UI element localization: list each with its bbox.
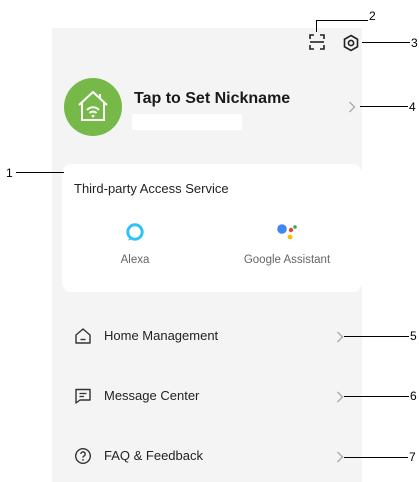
google-assistant-icon	[277, 224, 297, 240]
callout-5: 5	[410, 329, 417, 343]
callout-2: 2	[369, 9, 376, 23]
leader-line-4	[360, 106, 408, 107]
callout-4: 4	[409, 100, 416, 114]
leader-line-2-vertical	[316, 20, 317, 32]
leader-line-1	[16, 172, 64, 173]
menu-item-label: Home Management	[104, 328, 219, 343]
card-title: Third-party Access Service	[74, 181, 229, 196]
menu-item-home-management[interactable]: Home Management	[62, 312, 362, 362]
smart-home-icon	[78, 90, 108, 121]
chevron-right-icon	[348, 100, 356, 118]
account-placeholder	[132, 114, 242, 130]
leader-line-5	[344, 336, 409, 337]
alexa-service[interactable]: Alexa	[80, 222, 190, 266]
chevron-right-icon	[336, 390, 344, 408]
profile-header[interactable]: Tap to Set Nickname	[52, 78, 362, 140]
service-label: Alexa	[120, 254, 150, 266]
top-toolbar	[304, 33, 364, 53]
callout-3: 3	[411, 36, 418, 50]
leader-line-3	[362, 42, 410, 43]
third-party-card: Third-party Access Service Alexa Google …	[62, 164, 362, 292]
alexa-icon	[126, 223, 144, 241]
message-icon	[74, 387, 92, 410]
google-assistant-service[interactable]: Google Assistant	[232, 222, 342, 266]
menu-item-message-center[interactable]: Message Center	[62, 372, 362, 422]
callout-7: 7	[409, 450, 416, 464]
leader-line-7	[344, 457, 408, 458]
chevron-right-icon	[336, 450, 344, 468]
home-icon	[74, 327, 92, 350]
leader-line-2	[316, 20, 368, 21]
menu-item-label: Message Center	[104, 388, 200, 403]
service-label: Google Assistant	[243, 254, 331, 266]
avatar[interactable]	[64, 78, 122, 136]
scan-icon[interactable]	[308, 33, 326, 51]
chevron-right-icon	[336, 330, 344, 348]
menu-item-label: FAQ & Feedback	[104, 448, 203, 463]
help-icon	[74, 447, 92, 470]
callout-6: 6	[410, 389, 417, 403]
nickname-label[interactable]: Tap to Set Nickname	[134, 90, 290, 108]
callout-1: 1	[6, 166, 13, 180]
settings-icon[interactable]	[342, 34, 360, 52]
menu-item-faq-feedback[interactable]: FAQ & Feedback	[62, 432, 362, 482]
leader-line-6	[344, 396, 409, 397]
